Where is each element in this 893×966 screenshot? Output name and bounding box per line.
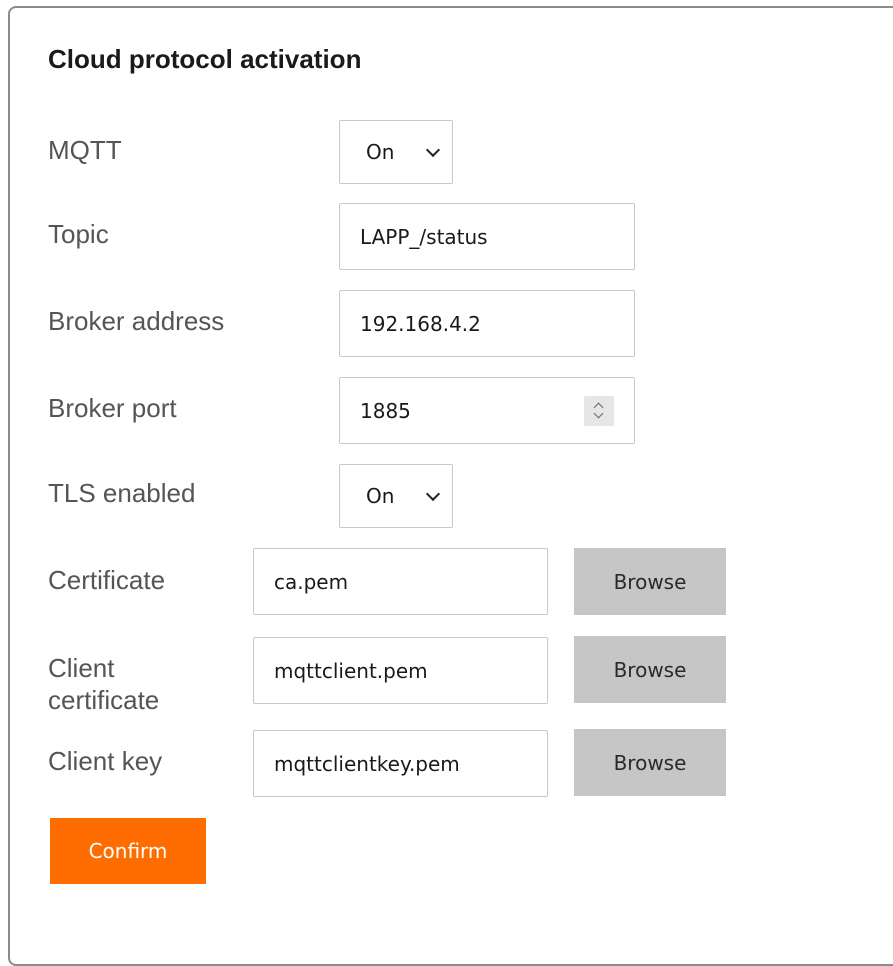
topic-input-value: LAPP_/status: [360, 224, 488, 249]
broker-port-input[interactable]: 1885: [339, 377, 635, 444]
client-key-input[interactable]: mqttclientkey.pem: [253, 730, 548, 797]
mqtt-select-value: On: [366, 140, 395, 164]
chevron-down-icon: [425, 486, 441, 502]
mqtt-label: MQTT: [48, 135, 122, 165]
confirm-button[interactable]: Confirm: [50, 818, 206, 884]
client-certificate-input[interactable]: mqttclient.pem: [253, 637, 548, 704]
client-key-browse-button[interactable]: Browse: [574, 729, 726, 796]
spinner-icon[interactable]: [584, 395, 614, 426]
broker-port-label: Broker port: [48, 393, 177, 423]
certificate-browse-button[interactable]: Browse: [574, 548, 726, 615]
mqtt-select[interactable]: On: [339, 120, 453, 184]
broker-address-input-value: 192.168.4.2: [360, 311, 481, 336]
client-key-input-value: mqttclientkey.pem: [274, 751, 460, 776]
client-certificate-label-line2: certificate: [48, 685, 160, 715]
client-key-label: Client key: [48, 746, 163, 776]
broker-port-input-value: 1885: [360, 398, 411, 423]
tls-label: TLS enabled: [48, 478, 196, 508]
topic-input[interactable]: LAPP_/status: [339, 203, 635, 270]
client-certificate-input-value: mqttclient.pem: [274, 658, 428, 683]
chevron-down-icon: [425, 142, 441, 158]
tls-select-value: On: [366, 484, 395, 508]
certificate-input[interactable]: ca.pem: [253, 548, 548, 615]
broker-address-label: Broker address: [48, 306, 225, 336]
certificate-input-value: ca.pem: [274, 569, 349, 594]
client-certificate-browse-button[interactable]: Browse: [574, 636, 726, 703]
broker-address-input[interactable]: 192.168.4.2: [339, 290, 635, 357]
tls-select[interactable]: On: [339, 464, 453, 528]
client-certificate-label-line1: Client: [48, 653, 115, 683]
certificate-label: Certificate: [48, 565, 166, 595]
page-title: Cloud protocol activation: [48, 44, 362, 74]
topic-label: Topic: [48, 219, 109, 249]
